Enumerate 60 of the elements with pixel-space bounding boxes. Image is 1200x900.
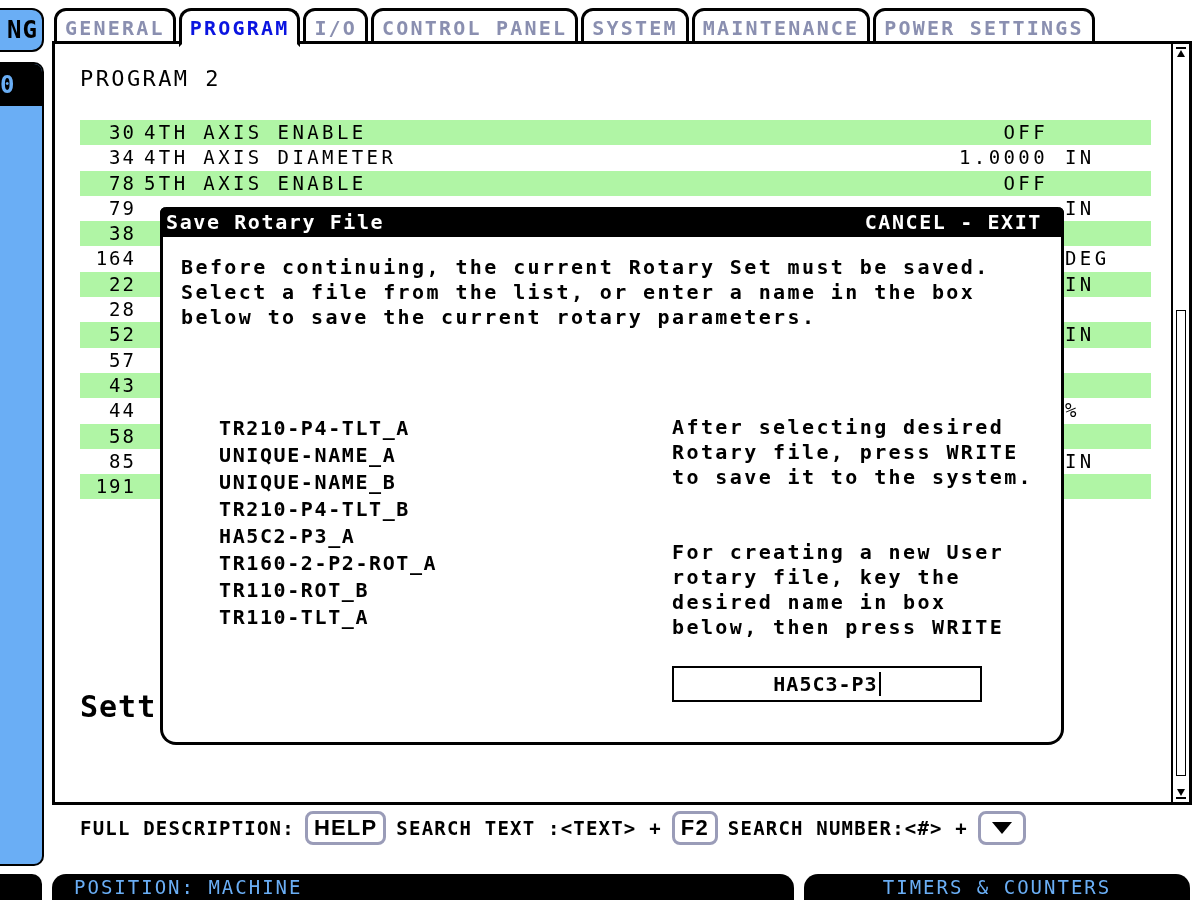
setting-number: 78 [108,170,136,196]
text-cursor [878,672,881,696]
setting-unit: IN [1065,195,1096,221]
setting-number: 58 [108,423,136,449]
file-item[interactable]: TR160-2-P2-ROT_A [219,550,438,577]
scroll-thumb[interactable] [1176,310,1186,776]
section-heading: Sett [80,689,157,725]
setting-value: 1.0000 [958,145,1049,171]
dialog-title: Save Rotary File [166,210,385,234]
dialog-message: Before continuing, the current Rotary Set must be saved. Select a file from the list, or enter a name in the box below to save the current rotary parameters. [181,255,991,330]
cancel-exit-button[interactable]: CANCEL - EXIT [864,210,1042,234]
scroll-up-icon [1174,46,1188,60]
scrollbar[interactable] [1171,44,1189,802]
setting-number: 191 [94,474,136,500]
setting-number: 57 [108,347,136,373]
setting-number: 34 [108,145,136,171]
status-bar[interactable]: TIMERS & COUNTERS [804,874,1190,900]
setting-number: 30 [108,120,136,145]
file-item[interactable]: TR210-P4-TLT_A [219,415,410,442]
hint-text: FULL DESCRIPTION: [80,817,295,839]
setting-row[interactable]: 34 4TH AXIS DIAMETER 1.0000 IN [80,145,1151,171]
setting-unit: IN [1065,271,1096,297]
side-tab[interactable]: NG [0,8,44,52]
setting-value: OFF [1003,120,1049,145]
instruction-text: After selecting desired Rotary file, press WRITE to save it to the system. [672,415,1034,490]
file-item[interactable]: UNIQUE-NAME_A [219,442,397,469]
file-item[interactable]: TR110-TLT_A [219,604,370,631]
tab[interactable]: PROGRAM [178,8,301,47]
status-block [0,874,42,900]
setting-value: OFF [1003,170,1049,196]
setting-row[interactable]: 30 4TH AXIS ENABLE OFF [80,120,1151,146]
setting-number: 38 [108,221,136,247]
setting-unit: % [1065,398,1081,424]
setting-unit: IN [1065,322,1096,348]
file-item[interactable]: TR110-ROT_B [219,577,370,604]
file-item[interactable]: TR210-P4-TLT_B [219,496,410,523]
down-arrow-icon [991,821,1013,835]
scroll-down-icon [1174,786,1188,800]
arrow-key-button[interactable] [978,811,1026,845]
setting-name: 4TH AXIS DIAMETER [143,145,398,171]
setting-number: 22 [108,271,136,297]
setting-number: 79 [108,195,136,221]
hint-text: SEARCH TEXT :<TEXT> + [396,817,662,839]
hint-text: SEARCH NUMBER:<#> + [727,817,968,839]
side-readout: 0 [0,64,42,106]
setting-row[interactable]: 78 5TH AXIS ENABLE OFF [80,170,1151,196]
file-item[interactable]: UNIQUE-NAME_B [219,469,397,496]
setting-name: 5TH AXIS ENABLE [143,170,368,196]
setting-name: 4TH AXIS ENABLE [143,120,368,145]
key-button[interactable]: F2 [671,811,718,845]
setting-number: 43 [108,372,136,398]
setting-number: 44 [108,398,136,424]
panel-title: PROGRAM 2 [80,65,222,93]
status-bar[interactable]: POSITION: MACHINE [52,874,794,900]
setting-number: 52 [108,322,136,348]
setting-unit: IN [1065,145,1096,171]
file-name-field[interactable]: HA5C3-P3 [672,666,982,702]
key-button[interactable]: HELP [304,811,387,845]
file-item[interactable]: HA5C2-P3_A [219,523,356,550]
instruction-text: For creating a new User rotary file, key the desired name in box below, then press WRITE [672,540,1005,640]
